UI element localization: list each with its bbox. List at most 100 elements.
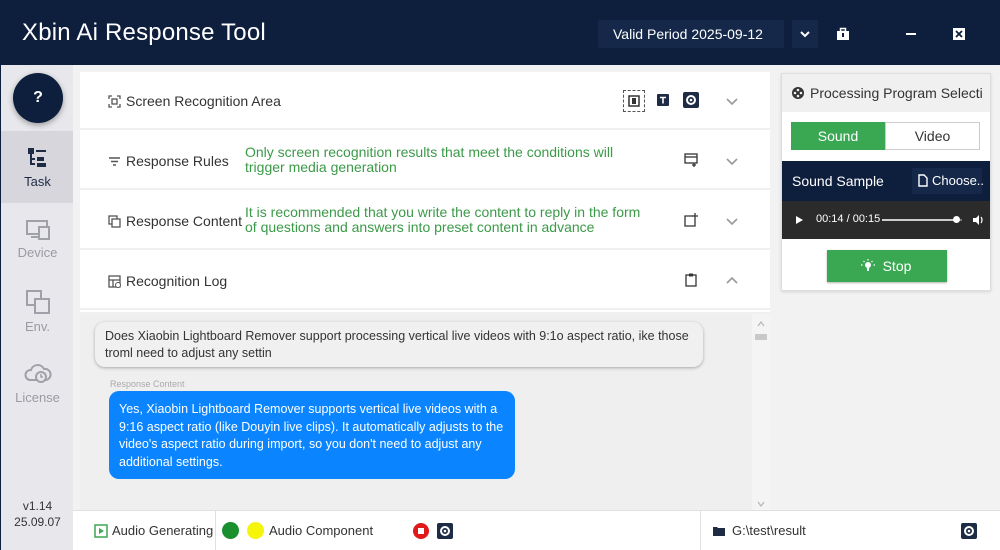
section-response-rules[interactable]: Response Rules Only screen recognition r… (80, 132, 770, 190)
section-recognition-log[interactable]: Recognition Log (80, 252, 770, 310)
briefcase-icon (837, 27, 849, 40)
section-label: Response Content (126, 213, 242, 229)
volume-icon[interactable] (972, 214, 984, 226)
divider (700, 511, 701, 550)
scroll-down-icon[interactable] (752, 498, 770, 510)
folder-icon (713, 527, 725, 536)
section-response-content[interactable]: Response Content It is recommended that … (80, 192, 770, 250)
gear-icon (683, 92, 699, 108)
status-bar: Audio Generating Audio Component G:\test… (73, 510, 1000, 550)
sound-sample-label: Sound Sample (792, 173, 884, 189)
chevron-down-icon[interactable] (725, 94, 739, 108)
add-rule-button[interactable] (682, 151, 700, 169)
version-info: v1.14 25.09.07 (1, 498, 74, 530)
device-icon (25, 219, 50, 240)
sidebar-item-label: Env. (24, 318, 51, 334)
scroll-thumb[interactable] (755, 334, 767, 340)
play-box-icon (94, 524, 108, 538)
playback-time: 00:14 / 00:15 (816, 213, 881, 225)
sidebar-item-license[interactable]: License (1, 347, 74, 419)
log-table-icon (108, 275, 121, 288)
play-icon[interactable] (794, 215, 804, 225)
chevron-down-icon[interactable] (725, 214, 739, 228)
choose-file-button[interactable]: Choose.. (912, 168, 985, 194)
sidebar-item-label: Device (17, 244, 58, 260)
add-content-button[interactable] (682, 211, 700, 229)
select-area-button[interactable] (623, 90, 645, 112)
screen-area-icon (108, 95, 121, 108)
seek-knob[interactable] (953, 216, 961, 223)
log-scrollbar[interactable] (752, 314, 770, 512)
divider (215, 511, 216, 550)
tab-sound[interactable]: Sound (791, 122, 885, 150)
gear-icon[interactable] (437, 523, 453, 539)
processing-panel-header: Processing Program Selecti (782, 74, 990, 112)
close-button[interactable] (946, 20, 972, 48)
recognition-log[interactable]: Does Xiaobin Lightboard Remover support … (80, 312, 770, 512)
recognized-question-bubble: Does Xiaobin Lightboard Remover support … (95, 322, 703, 367)
seek-bar-fill (882, 219, 957, 221)
chevron-down-icon[interactable] (725, 154, 739, 168)
chevron-down-icon (800, 31, 810, 38)
close-icon (953, 28, 965, 40)
text-button[interactable] (654, 91, 672, 109)
version-number: v1.14 (22, 499, 53, 513)
filter-icon (109, 157, 120, 166)
text-icon (657, 94, 669, 106)
sidebar-item-label: License (15, 389, 60, 405)
minimize-icon (906, 33, 916, 35)
audio-generating-label: Audio Generating (112, 523, 214, 538)
tab-video[interactable]: Video (885, 122, 980, 150)
sound-sample-bar: Sound Sample Choose.. (782, 161, 990, 201)
processing-panel-title: Processing Program Selecti (810, 85, 983, 101)
dropdown-button[interactable] (792, 20, 818, 48)
gear-icon[interactable] (961, 523, 977, 539)
sidebar-item-device[interactable]: Device (1, 203, 74, 275)
clear-log-button[interactable] (682, 271, 700, 289)
license-icon (23, 363, 52, 383)
choose-label: Choose.. (932, 173, 985, 188)
chevron-up-icon[interactable] (725, 274, 739, 288)
record-stop-button[interactable] (413, 523, 429, 539)
valid-period-badge: Valid Period 2025-09-12 (598, 20, 784, 48)
version-date: 25.09.07 (14, 515, 61, 529)
app-title: Xbin Ai Response Tool (22, 19, 266, 46)
sidebar-item-label: Task (24, 173, 51, 189)
response-content-label: Response Content (110, 379, 185, 389)
add-list-icon (684, 153, 698, 167)
status-indicator-yellow (247, 522, 264, 539)
scroll-up-icon[interactable] (752, 318, 770, 330)
add-box-icon (684, 213, 698, 227)
env-icon (25, 289, 50, 314)
sidebar-item-task[interactable]: Task (1, 131, 74, 203)
section-screen-recognition[interactable]: Screen Recognition Area (80, 72, 770, 130)
seek-bar[interactable] (882, 216, 962, 223)
section-label: Response Rules (126, 153, 229, 169)
bag-button[interactable] (830, 20, 856, 48)
frame-icon (628, 95, 640, 107)
sidebar: ? Task Device Env. License v1.14 25.09.0… (0, 65, 74, 550)
processing-program-panel: Processing Program Selecti Sound Video S… (781, 73, 991, 291)
help-button[interactable]: ? (13, 73, 63, 123)
audio-component-label: Audio Component (269, 523, 374, 538)
lightbulb-icon (861, 259, 875, 271)
stop-button[interactable]: Stop (827, 250, 947, 282)
status-indicator-green (222, 522, 239, 539)
output-path[interactable]: G:\test\result (732, 523, 806, 538)
audio-player: 00:14 / 00:15 (782, 201, 990, 239)
sidebar-item-env[interactable]: Env. (1, 275, 74, 347)
section-label: Recognition Log (126, 273, 228, 289)
film-reel-icon (792, 87, 804, 99)
main-area: Screen Recognition Area Response Rules O… (73, 65, 1000, 550)
section-description: Only screen recognition results that mee… (245, 144, 614, 175)
section-description: It is recommended that you write the con… (245, 204, 641, 235)
minimize-button[interactable] (898, 20, 924, 48)
settings-button[interactable] (682, 91, 700, 109)
response-answer-bubble: Yes, Xiaobin Lightboard Remover supports… (109, 391, 515, 479)
file-icon (918, 174, 928, 187)
title-bar: Xbin Ai Response Tool Valid Period 2025-… (0, 0, 1000, 65)
section-label: Screen Recognition Area (126, 93, 281, 109)
clipboard-icon (685, 273, 697, 287)
content-copy-icon (108, 215, 121, 228)
stop-square-icon (418, 528, 424, 534)
